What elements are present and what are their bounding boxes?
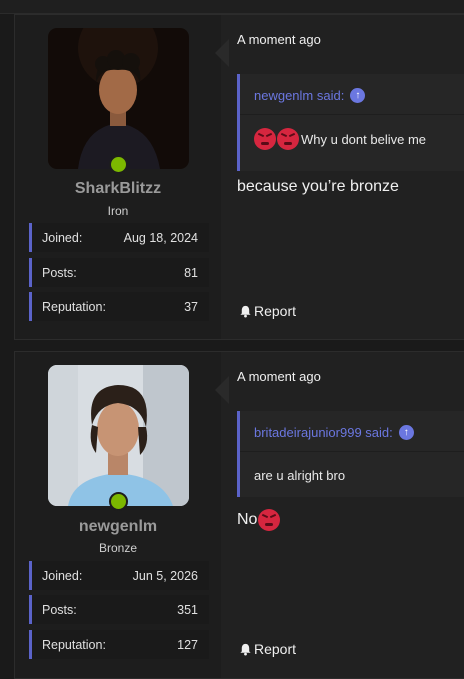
go-to-quote-icon[interactable]: ↑ xyxy=(350,88,366,103)
stat-joined: Joined: Aug 18, 2024 xyxy=(29,223,209,252)
stat-reputation: Reputation: 127 xyxy=(29,630,209,659)
stat-value: 127 xyxy=(177,637,198,652)
reply-content: No xyxy=(237,509,281,531)
stat-label: Reputation: xyxy=(42,637,106,652)
report-label: Report xyxy=(254,641,297,657)
message-pointer xyxy=(215,39,229,67)
post-timestamp[interactable]: A moment ago xyxy=(237,369,321,384)
quote-content: are u alright bro xyxy=(254,468,345,483)
bell-icon xyxy=(240,643,251,656)
angry-emoji-icon xyxy=(258,509,281,531)
stat-posts: Posts: 351 xyxy=(29,595,209,624)
stat-label: Posts: xyxy=(42,265,77,280)
report-button[interactable]: Report xyxy=(239,303,296,319)
avatar[interactable] xyxy=(48,365,189,506)
quote-block: newgenlm said: ↑ Why u dont belive me xyxy=(237,74,464,171)
post: SharkBlitzz Iron Joined: Aug 18, 2024 Po… xyxy=(14,14,464,340)
stat-label: Joined: xyxy=(42,230,83,245)
message-body: A moment ago britadeirajunior999 said: ↑… xyxy=(237,352,464,678)
stat-value: Jun 5, 2026 xyxy=(132,568,198,583)
stat-value: 37 xyxy=(184,299,198,314)
message-body: A moment ago newgenlm said: ↑ Why u dont… xyxy=(237,15,464,339)
post: newgenlm Bronze Joined: Jun 5, 2026 Post… xyxy=(14,351,464,679)
stat-label: Joined: xyxy=(42,568,83,583)
quote-text: Why u dont belive me xyxy=(301,131,427,147)
user-info-panel: newgenlm Bronze Joined: Jun 5, 2026 Post… xyxy=(15,352,221,678)
avatar[interactable] xyxy=(48,28,189,169)
reply-text: No xyxy=(237,511,258,528)
stat-value: Aug 18, 2024 xyxy=(123,230,198,245)
stat-joined: Joined: Jun 5, 2026 xyxy=(29,561,209,590)
go-to-quote-icon[interactable]: ↑ xyxy=(398,425,414,440)
stat-posts: Posts: 81 xyxy=(29,258,209,287)
username[interactable]: newgenlm xyxy=(15,518,221,536)
quote-content: Why u dont belive me xyxy=(254,128,426,150)
angry-emoji-icon xyxy=(254,128,276,150)
post-timestamp[interactable]: A moment ago xyxy=(237,32,321,47)
stat-value: 351 xyxy=(177,602,198,617)
user-rank: Bronze xyxy=(98,541,138,555)
reply-text: because you’re bronze xyxy=(237,178,399,195)
user-info-panel: SharkBlitzz Iron Joined: Aug 18, 2024 Po… xyxy=(15,15,221,339)
quote-header[interactable]: newgenlm said: ↑ xyxy=(254,88,366,103)
stat-reputation: Reputation: 37 xyxy=(29,292,209,321)
stat-label: Posts: xyxy=(42,602,77,617)
message-pointer xyxy=(215,376,229,404)
stat-label: Reputation: xyxy=(42,299,106,314)
quote-text: are u alright bro xyxy=(254,468,346,483)
quote-header[interactable]: britadeirajunior999 said: ↑ xyxy=(254,425,414,440)
report-label: Report xyxy=(254,303,297,319)
quote-author[interactable]: britadeirajunior999 said: xyxy=(254,425,393,440)
quote-author[interactable]: newgenlm said: xyxy=(254,88,344,103)
stat-value: 81 xyxy=(184,265,198,280)
report-button[interactable]: Report xyxy=(239,641,296,657)
previous-post-edge xyxy=(0,0,464,14)
angry-emoji-icon xyxy=(277,128,299,150)
online-status-icon xyxy=(109,155,128,174)
quote-block: britadeirajunior999 said: ↑ are u alrigh… xyxy=(237,411,464,497)
bell-icon xyxy=(240,305,251,318)
username[interactable]: SharkBlitzz xyxy=(15,180,221,198)
user-rank: Iron xyxy=(107,204,129,218)
online-status-icon xyxy=(109,492,128,511)
